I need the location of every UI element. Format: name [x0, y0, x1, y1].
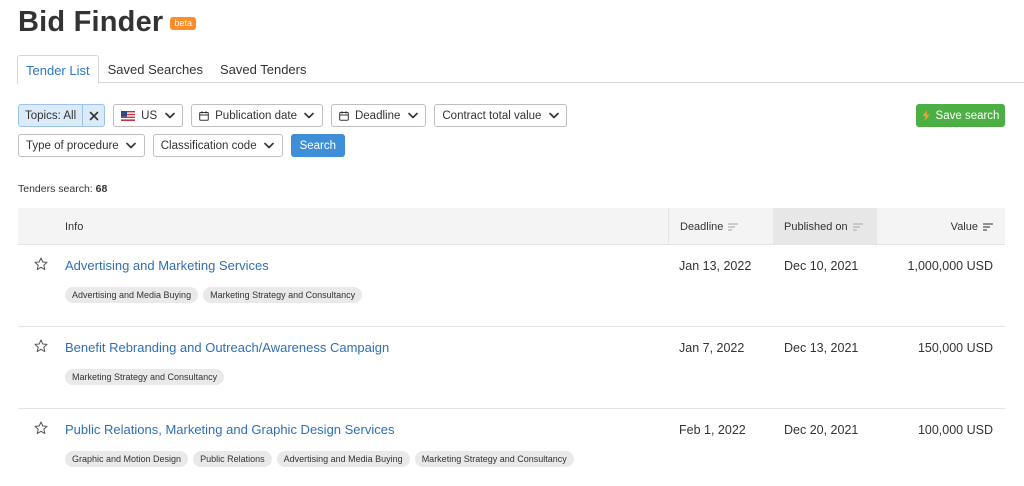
- table-row: Benefit Rebranding and Outreach/Awarenes…: [18, 327, 1005, 409]
- tag[interactable]: Marketing Strategy and Consultancy: [203, 287, 363, 303]
- tag[interactable]: Public Relations: [193, 451, 272, 467]
- tag[interactable]: Graphic and Motion Design: [65, 451, 189, 467]
- classification-label: Classification code: [160, 139, 257, 152]
- tender-deadline: Jan 7, 2022: [679, 341, 745, 355]
- deadline-label: Deadline: [354, 109, 401, 122]
- chevron-down-icon: [304, 110, 315, 121]
- procedure-dropdown[interactable]: Type of procedure: [18, 134, 145, 157]
- tender-name-link[interactable]: Advertising and Marketing Services: [65, 258, 269, 273]
- tender-value: 100,000 USD: [917, 423, 993, 437]
- beta-badge: beta: [170, 17, 196, 30]
- tender-tags: Marketing Strategy and Consultancy: [65, 369, 229, 385]
- save-search-button[interactable]: Save search: [916, 104, 1005, 127]
- close-icon[interactable]: [82, 105, 104, 126]
- filters-row-1: Topics: All US Publication date Deadline…: [18, 104, 575, 127]
- star-icon[interactable]: [34, 339, 48, 358]
- publication-date-label: Publication date: [215, 109, 297, 122]
- tender-deadline: Jan 13, 2022: [679, 259, 752, 273]
- chevron-down-icon: [264, 140, 275, 151]
- tender-deadline: Feb 1, 2022: [679, 423, 746, 437]
- sort-icon: [728, 222, 739, 231]
- star-icon[interactable]: [34, 421, 48, 440]
- page-header: Bid Finder beta: [18, 6, 196, 39]
- column-value-label: Value: [950, 220, 978, 233]
- results-count-value: 68: [95, 183, 108, 195]
- page-title: Bid Finder: [18, 6, 164, 38]
- tender-tags: Graphic and Motion Design Public Relatio…: [65, 451, 579, 467]
- chevron-down-icon: [164, 110, 175, 121]
- tender-published: Dec 20, 2021: [784, 423, 859, 437]
- deadline-dropdown[interactable]: Deadline: [330, 104, 427, 127]
- column-deadline-label: Deadline: [680, 220, 724, 233]
- chevron-down-icon: [126, 140, 137, 151]
- tag[interactable]: Marketing Strategy and Consultancy: [414, 451, 574, 467]
- column-value[interactable]: Value: [877, 208, 1005, 245]
- tender-published: Dec 10, 2021: [784, 259, 859, 273]
- chevron-down-icon: [407, 110, 418, 121]
- column-info: Info: [65, 220, 84, 233]
- chevron-down-icon: [548, 110, 559, 121]
- tender-name-link[interactable]: Benefit Rebranding and Outreach/Awarenes…: [65, 340, 389, 355]
- table-header: Info Deadline Published on Value: [18, 208, 1005, 245]
- filters-row-2: Type of procedure Classification code Se…: [18, 134, 346, 157]
- sort-icon: [852, 222, 863, 231]
- publication-date-dropdown[interactable]: Publication date: [191, 104, 323, 127]
- calendar-icon: [339, 110, 349, 121]
- table-row: Public Relations, Marketing and Graphic …: [18, 409, 1005, 486]
- column-deadline[interactable]: Deadline: [668, 208, 773, 245]
- tenders-table: Info Deadline Published on Value Adverti…: [18, 208, 1005, 486]
- tender-name-link[interactable]: Public Relations, Marketing and Graphic …: [65, 422, 395, 437]
- topics-filter-label[interactable]: Topics: All: [19, 105, 82, 126]
- tab-saved-searches[interactable]: Saved Searches: [100, 55, 211, 83]
- contract-value-dropdown[interactable]: Contract total value: [434, 104, 568, 127]
- procedure-label: Type of procedure: [26, 139, 119, 152]
- tab-tender-list[interactable]: Tender List: [17, 55, 99, 84]
- save-search-label: Save search: [935, 109, 1000, 122]
- country-label: US: [141, 109, 158, 122]
- star-icon[interactable]: [34, 257, 48, 276]
- table-row: Advertising and Marketing Services Adver…: [18, 245, 1005, 327]
- contract-value-label: Contract total value: [442, 109, 542, 122]
- topics-filter: Topics: All: [18, 104, 106, 127]
- tender-published: Dec 13, 2021: [784, 341, 859, 355]
- search-button[interactable]: Search: [290, 134, 346, 157]
- us-flag-icon: [121, 110, 136, 121]
- classification-dropdown[interactable]: Classification code: [152, 134, 283, 157]
- tender-value: 1,000,000 USD: [907, 259, 993, 273]
- country-dropdown[interactable]: US: [113, 104, 184, 127]
- calendar-icon: [199, 110, 209, 121]
- tag[interactable]: Advertising and Media Buying: [65, 287, 199, 303]
- tab-saved-tenders[interactable]: Saved Tenders: [212, 55, 315, 83]
- tender-value: 150,000 USD: [917, 341, 993, 355]
- tab-bar: Tender List Saved Searches Saved Tenders: [17, 55, 1024, 84]
- tag[interactable]: Marketing Strategy and Consultancy: [65, 369, 225, 385]
- results-count: Tenders search: 68: [18, 183, 107, 195]
- tag[interactable]: Advertising and Media Buying: [276, 451, 410, 467]
- column-published-label: Published on: [784, 220, 848, 233]
- tender-tags: Advertising and Media Buying Marketing S…: [65, 287, 367, 303]
- bolt-icon: [922, 110, 930, 121]
- column-published[interactable]: Published on: [773, 208, 877, 245]
- sort-icon: [983, 222, 993, 231]
- results-count-label: Tenders search:: [18, 183, 93, 195]
